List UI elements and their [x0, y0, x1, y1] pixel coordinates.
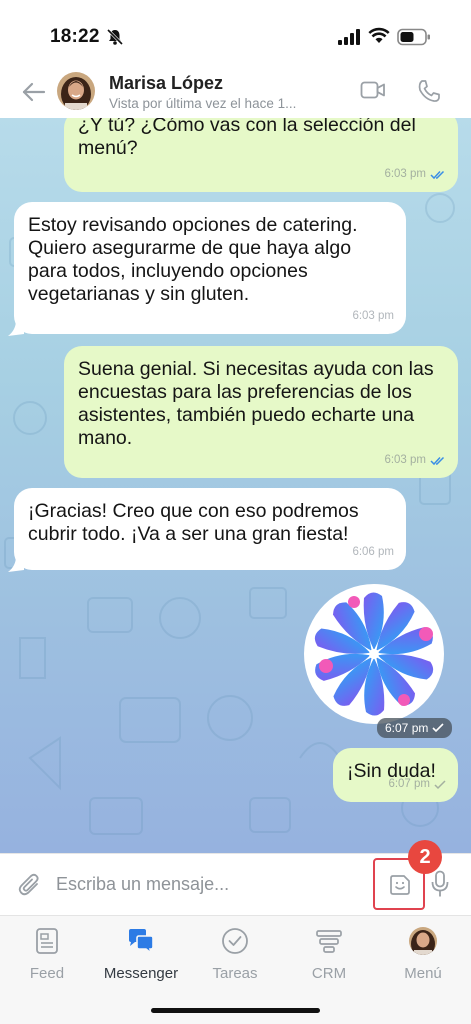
message-bubble-incoming[interactable]: ¡Gracias! Creo que con eso podremos cubr… [14, 488, 406, 570]
tab-label: Menú [404, 965, 442, 982]
status-bar: 18:22 [0, 0, 471, 64]
feed-icon [36, 928, 58, 954]
message-meta: 6:03 pm [384, 449, 446, 472]
contact-name[interactable]: Marisa López [109, 73, 223, 94]
user-avatar [409, 927, 437, 955]
message-time: 6:03 pm [352, 310, 394, 322]
back-arrow-icon[interactable] [20, 78, 48, 106]
message-meta: 6:06 pm [352, 541, 394, 564]
tab-tasks[interactable]: Tareas [188, 926, 282, 986]
tab-label: CRM [311, 965, 347, 982]
notification-badge: 2 [408, 840, 442, 874]
battery-icon [397, 28, 430, 46]
tab-messenger[interactable]: Messenger [94, 926, 188, 986]
tasks-icon [222, 928, 248, 954]
tab-label: Tareas [212, 965, 258, 982]
tab-label: Feed [29, 965, 65, 982]
message-text: ¿Y tú? ¿Cómo vas con la selección del me… [78, 118, 416, 159]
message-input[interactable] [56, 864, 356, 904]
double-check-icon [430, 456, 445, 465]
bubble-tail [8, 556, 24, 572]
check-icon [432, 723, 444, 733]
message-meta: 6:07 pm [388, 773, 446, 796]
message-text: Estoy revisando opciones de catering. Qu… [28, 214, 358, 305]
message-bubble-incoming[interactable]: Estoy revisando opciones de catering. Qu… [14, 202, 406, 334]
bell-off-icon [106, 28, 124, 46]
contact-last-seen: Vista por última vez el hace 1... [109, 96, 297, 111]
bubble-tail [8, 320, 24, 336]
check-icon [434, 779, 446, 789]
tab-feed[interactable]: Feed [0, 926, 94, 986]
phone-call-icon[interactable] [416, 78, 442, 104]
sticker-smile-icon [390, 875, 410, 895]
message-time: 6:07 pm [385, 721, 429, 735]
paperclip-icon[interactable] [18, 872, 42, 898]
status-time: 18:22 [50, 26, 100, 47]
microphone-icon[interactable] [430, 870, 450, 898]
video-call-icon[interactable] [360, 80, 386, 100]
contact-avatar[interactable] [57, 72, 95, 110]
message-time: 6:03 pm [384, 168, 426, 180]
message-meta: 6:03 pm [352, 305, 394, 328]
message-time: 6:07 pm [388, 778, 430, 790]
chat-header: Marisa López Vista por última vez el hac… [0, 64, 471, 120]
message-meta: 6:03 pm [384, 163, 446, 186]
home-indicator [151, 1008, 320, 1013]
wifi-icon [368, 27, 390, 43]
chat-messages-area[interactable]: ¿Y tú? ¿Cómo vas con la selección del me… [0, 118, 471, 853]
message-text: Suena genial. Si necesitas ayuda con las… [78, 358, 434, 449]
message-time: 6:06 pm [352, 546, 394, 558]
messenger-icon [129, 929, 154, 956]
message-bubble-outgoing[interactable]: ¡Sin duda! 6:07 pm [333, 748, 458, 802]
message-bubble-outgoing[interactable]: ¿Y tú? ¿Cómo vas con la selección del me… [64, 118, 458, 192]
tab-crm[interactable]: CRM [282, 926, 376, 986]
message-bubble-outgoing[interactable]: Suena genial. Si necesitas ayuda con las… [64, 346, 458, 478]
tab-label: Messenger [103, 965, 179, 982]
tab-menu[interactable]: Menú [376, 926, 470, 986]
sticker-time-badge: 6:07 pm [377, 718, 453, 738]
cellular-signal-icon [338, 29, 360, 45]
message-input-bar [0, 853, 471, 915]
flower-sticker[interactable] [300, 580, 448, 728]
message-time: 6:03 pm [384, 454, 426, 466]
message-text: ¡Gracias! Creo que con eso podremos cubr… [28, 500, 359, 545]
crm-icon [316, 930, 342, 953]
double-check-icon [430, 170, 445, 179]
